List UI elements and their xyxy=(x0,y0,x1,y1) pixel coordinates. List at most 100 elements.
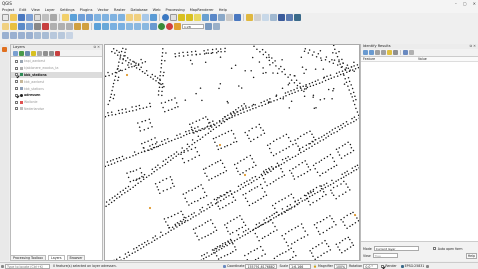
reshape-icon[interactable] xyxy=(50,32,57,39)
statistics-icon[interactable] xyxy=(210,14,217,21)
feature-column-header[interactable]: Feature xyxy=(361,57,416,61)
select-features-icon[interactable] xyxy=(178,14,185,21)
menu-maprenderer[interactable]: MapRenderer xyxy=(190,8,214,12)
layer-item[interactable]: kbk_stations xyxy=(11,71,102,79)
manage-map-themes-icon[interactable] xyxy=(25,50,30,56)
layer-visibility-checkbox[interactable] xyxy=(15,107,18,111)
filter-expression-icon[interactable] xyxy=(37,50,42,56)
add-feature-icon[interactable] xyxy=(26,23,33,30)
layer-visibility-checkbox[interactable] xyxy=(15,93,18,97)
layer-item[interactable]: kapi_aanbest xyxy=(11,58,102,65)
save-as-icon[interactable] xyxy=(26,14,33,21)
identify-selection-mode-icon[interactable] xyxy=(403,50,408,55)
minimize-button[interactable]: – xyxy=(455,1,457,6)
pan-to-selection-icon[interactable] xyxy=(70,14,77,21)
deselect-icon[interactable] xyxy=(194,14,201,21)
advanced-digitizing-icon[interactable] xyxy=(34,32,41,39)
delete-selected-icon[interactable] xyxy=(42,23,49,30)
paste-features-icon[interactable] xyxy=(66,23,73,30)
filter-legend-icon[interactable] xyxy=(31,50,36,56)
panel-float-close[interactable]: ⧉ ✕ xyxy=(470,44,476,49)
magnifier-field[interactable]: 100% xyxy=(333,263,347,269)
collapse-all-icon[interactable] xyxy=(49,50,54,56)
fill-ring-icon[interactable] xyxy=(142,23,149,30)
simplify-icon[interactable] xyxy=(118,23,125,30)
move-feature-icon[interactable] xyxy=(102,23,109,30)
copy-features-icon[interactable] xyxy=(58,23,65,30)
add-group-icon[interactable] xyxy=(19,50,24,56)
python-console-icon[interactable] xyxy=(278,14,285,21)
pan-map-icon[interactable] xyxy=(62,14,69,21)
current-edits-icon[interactable] xyxy=(2,23,9,30)
new-map-view-icon[interactable] xyxy=(142,14,149,21)
expand-new-icon[interactable] xyxy=(375,50,380,55)
open-table-icon[interactable] xyxy=(170,14,177,21)
menu-edit[interactable]: Edit xyxy=(19,8,26,12)
expand-tree-icon[interactable] xyxy=(363,50,368,55)
digitize-icon[interactable] xyxy=(94,23,101,30)
shape-circle-icon[interactable] xyxy=(2,32,9,39)
tab-browser[interactable]: Browser xyxy=(66,255,86,261)
globe-icon[interactable] xyxy=(294,14,301,21)
value-column-header[interactable]: Value xyxy=(416,57,427,61)
collapse-tree-icon[interactable] xyxy=(369,50,374,55)
rotate-feature-icon[interactable] xyxy=(110,23,117,30)
remove-layer-panel-icon[interactable] xyxy=(55,50,60,56)
layer-visibility-checkbox[interactable] xyxy=(15,73,18,77)
cut-features-icon[interactable] xyxy=(50,23,57,30)
identify-settings-icon[interactable] xyxy=(409,50,414,55)
annotation-icon[interactable] xyxy=(226,14,233,21)
tracing-icon[interactable] xyxy=(213,23,220,30)
remove-layer-icon[interactable] xyxy=(166,23,173,30)
tab-processing-toolbox[interactable]: Processing Toolbox xyxy=(10,255,46,261)
maximize-button[interactable]: ▢ xyxy=(463,1,467,6)
zoom-selection-icon[interactable] xyxy=(102,14,109,21)
zoom-layer-icon[interactable] xyxy=(110,14,117,21)
add-vector-icon[interactable] xyxy=(158,23,165,30)
help-button[interactable]: Help xyxy=(465,252,477,259)
expand-all-icon[interactable] xyxy=(43,50,48,56)
menu-help[interactable]: Help xyxy=(219,8,227,12)
menu-processing[interactable]: Processing xyxy=(166,8,185,12)
copy-feature-icon[interactable] xyxy=(387,50,392,55)
coordinate-field[interactable]: 155791,6176882 xyxy=(245,263,278,269)
layer-item[interactable]: adressen xyxy=(11,92,102,99)
label-pin-icon[interactable] xyxy=(174,23,181,30)
zoom-out-icon[interactable] xyxy=(86,14,93,21)
shape-polygon-icon[interactable] xyxy=(26,32,33,39)
save-edits-icon[interactable] xyxy=(18,23,25,30)
view-select[interactable]: Tree xyxy=(372,253,398,258)
offset-curve-icon[interactable] xyxy=(42,32,49,39)
save-project-icon[interactable] xyxy=(18,14,25,21)
layer-visibility-checkbox[interactable] xyxy=(15,100,18,104)
layer-visibility-checkbox[interactable] xyxy=(15,87,18,91)
zoom-native-icon[interactable] xyxy=(118,14,125,21)
crs-globe-icon[interactable] xyxy=(400,264,404,268)
shape-rectangle-icon[interactable] xyxy=(18,32,25,39)
merge-features-icon[interactable] xyxy=(58,32,65,39)
label-icon[interactable] xyxy=(254,14,261,21)
mode-select[interactable]: Current layer xyxy=(373,246,419,251)
panel-float-close[interactable]: ⧉ ✕ xyxy=(94,45,100,50)
layer-visibility-checkbox[interactable] xyxy=(15,66,18,70)
rotation-field[interactable]: 0,0 ° xyxy=(363,263,379,269)
map-canvas[interactable] xyxy=(104,44,360,261)
zoom-next-icon[interactable] xyxy=(134,14,141,21)
open-layer-styling-icon[interactable] xyxy=(13,50,18,56)
add-ring-icon[interactable] xyxy=(126,23,133,30)
menu-vector[interactable]: Vector xyxy=(97,8,108,12)
select-by-value-icon[interactable] xyxy=(186,14,193,21)
add-part-icon[interactable] xyxy=(134,23,141,30)
menu-web[interactable]: Web xyxy=(153,8,161,12)
layer-item[interactable]: kbk_stations xyxy=(11,85,102,92)
zoom-last-icon[interactable] xyxy=(126,14,133,21)
field-calculator-icon[interactable] xyxy=(202,14,209,21)
auto-open-checkbox[interactable] xyxy=(432,247,436,250)
crs-button[interactable]: EPSG:25831 xyxy=(405,264,425,268)
menu-view[interactable]: View xyxy=(31,8,40,12)
locator-input[interactable]: Type to locate (Ctrl+K) xyxy=(5,263,50,269)
layer-item[interactable]: Nederlandse xyxy=(11,106,102,113)
menu-project[interactable]: Project xyxy=(2,8,14,12)
scale-field[interactable]: 1:6.166 xyxy=(289,263,312,269)
layer-item[interactable]: kbk_aanbest xyxy=(11,78,102,85)
